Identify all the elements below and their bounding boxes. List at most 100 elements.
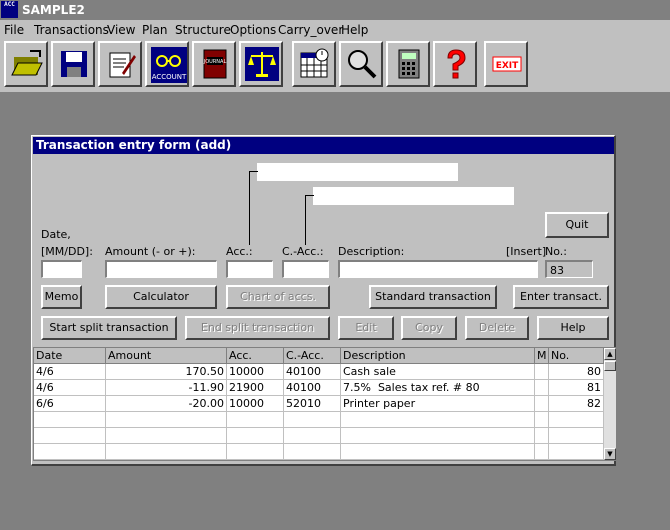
date-format-label: [MM/DD]:	[41, 245, 93, 258]
grid-vertical-scrollbar[interactable]: ▲ ▼	[604, 348, 616, 460]
menu-file[interactable]: File	[4, 23, 24, 37]
cell-no[interactable]: 80	[549, 364, 604, 380]
empty-cell[interactable]	[341, 428, 535, 444]
cell-date[interactable]: 4/6	[34, 364, 106, 380]
cell-cacc[interactable]: 52010	[284, 396, 341, 412]
menu-options[interactable]: Options	[230, 23, 276, 37]
edit-document-button[interactable]	[98, 41, 142, 87]
empty-cell[interactable]	[34, 412, 106, 428]
cell-no[interactable]: 81	[549, 380, 604, 396]
cell-m[interactable]	[535, 396, 549, 412]
empty-cell[interactable]	[549, 428, 604, 444]
date-input[interactable]	[41, 260, 82, 278]
transactions-grid[interactable]: Date Amount Acc. C.-Acc. Description M N…	[33, 347, 617, 461]
cell-cacc[interactable]: 40100	[284, 380, 341, 396]
cell-description[interactable]: 7.5% Sales tax ref. # 80	[341, 380, 535, 396]
empty-cell[interactable]	[106, 412, 227, 428]
empty-cell[interactable]	[284, 412, 341, 428]
empty-cell[interactable]	[549, 412, 604, 428]
cell-acc[interactable]: 10000	[227, 396, 284, 412]
cell-cacc[interactable]: 40100	[284, 364, 341, 380]
form-title: Transaction entry form (add)	[36, 138, 232, 152]
exit-button[interactable]: EXIT	[484, 41, 528, 87]
cell-date[interactable]: 6/6	[34, 396, 106, 412]
empty-cell[interactable]	[227, 412, 284, 428]
chart-of-accounts-button[interactable]: Chart of accs.	[226, 285, 330, 309]
scroll-down-arrow-icon[interactable]: ▼	[604, 448, 616, 460]
col-header-no[interactable]: No.	[549, 348, 604, 364]
cell-amount[interactable]: 170.50	[106, 364, 227, 380]
col-header-acc[interactable]: Acc.	[227, 348, 284, 364]
enter-transaction-button[interactable]: Enter transact.	[513, 285, 609, 309]
empty-cell[interactable]	[106, 444, 227, 460]
empty-cell[interactable]	[341, 412, 535, 428]
save-button[interactable]	[51, 41, 95, 87]
number-label: No.:	[545, 245, 567, 258]
copy-button[interactable]: Copy	[401, 316, 457, 340]
calendar-button[interactable]	[292, 41, 336, 87]
edit-button[interactable]: Edit	[338, 316, 394, 340]
callout-leader-cacc-v	[305, 195, 306, 245]
menu-help[interactable]: Help	[341, 23, 368, 37]
calculator-button[interactable]: Calculator	[105, 285, 217, 309]
empty-cell[interactable]	[284, 428, 341, 444]
floppy-disk-icon	[61, 51, 87, 77]
cell-m[interactable]	[535, 380, 549, 396]
cell-description[interactable]: Cash sale	[341, 364, 535, 380]
cacc-input[interactable]	[282, 260, 329, 278]
menu-plan[interactable]: Plan	[142, 23, 168, 37]
cell-description[interactable]: Printer paper	[341, 396, 535, 412]
empty-cell[interactable]	[549, 444, 604, 460]
col-header-m[interactable]: M	[535, 348, 549, 364]
cell-no[interactable]: 82	[549, 396, 604, 412]
start-split-button[interactable]: Start split transaction	[41, 316, 177, 340]
empty-cell[interactable]	[535, 412, 549, 428]
scroll-up-arrow-icon[interactable]: ▲	[604, 348, 616, 360]
cell-acc[interactable]: 21900	[227, 380, 284, 396]
empty-cell[interactable]	[535, 444, 549, 460]
help-tool-button[interactable]	[433, 41, 477, 87]
end-split-button[interactable]: End split transaction	[185, 316, 330, 340]
journal-button[interactable]: JOURNAL	[192, 41, 236, 87]
empty-cell[interactable]	[34, 428, 106, 444]
cell-acc[interactable]: 10000	[227, 364, 284, 380]
exit-icon: EXIT	[492, 56, 522, 72]
app-icon[interactable]: ACC	[1, 1, 18, 18]
menu-transactions[interactable]: Transactions	[34, 23, 109, 37]
svg-text:EXIT: EXIT	[496, 61, 519, 71]
description-input[interactable]	[338, 260, 538, 278]
cacc-label: C.-Acc.:	[282, 245, 324, 258]
col-header-description[interactable]: Description	[341, 348, 535, 364]
cell-amount[interactable]: -20.00	[106, 396, 227, 412]
amount-input[interactable]	[105, 260, 217, 278]
col-header-cacc[interactable]: C.-Acc.	[284, 348, 341, 364]
empty-cell[interactable]	[34, 444, 106, 460]
calculator-tool-button[interactable]	[386, 41, 430, 87]
col-header-date[interactable]: Date	[34, 348, 106, 364]
menu-carry-over[interactable]: Carry_over	[278, 23, 343, 37]
scroll-thumb[interactable]	[604, 361, 616, 371]
col-header-amount[interactable]: Amount	[106, 348, 227, 364]
empty-cell[interactable]	[227, 444, 284, 460]
empty-cell[interactable]	[227, 428, 284, 444]
open-file-button[interactable]	[4, 41, 48, 87]
memo-button[interactable]: Memo	[41, 285, 82, 309]
empty-cell[interactable]	[284, 444, 341, 460]
standard-transaction-button[interactable]: Standard transaction	[369, 285, 497, 309]
acc-input[interactable]	[226, 260, 273, 278]
help-button[interactable]: Help	[537, 316, 609, 340]
amount-label: Amount (- or +):	[105, 245, 196, 258]
empty-cell[interactable]	[341, 444, 535, 460]
delete-button[interactable]: Delete	[465, 316, 529, 340]
menu-structure[interactable]: Structure	[175, 23, 231, 37]
cell-amount[interactable]: -11.90	[106, 380, 227, 396]
empty-cell[interactable]	[535, 428, 549, 444]
cell-date[interactable]: 4/6	[34, 380, 106, 396]
empty-cell[interactable]	[106, 428, 227, 444]
quit-button[interactable]: Quit	[545, 212, 609, 238]
menu-view[interactable]: View	[107, 23, 135, 37]
search-button[interactable]	[339, 41, 383, 87]
cell-m[interactable]	[535, 364, 549, 380]
balance-button[interactable]	[239, 41, 283, 87]
account-button[interactable]: ACCOUNT	[145, 41, 189, 87]
